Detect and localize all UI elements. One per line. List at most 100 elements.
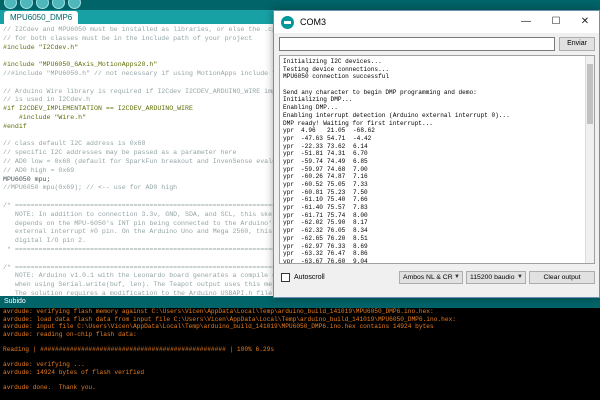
- pitch-value: 76.20: [327, 234, 346, 242]
- pitch-value: 76.60: [327, 257, 346, 264]
- ypr-label: ypr: [283, 134, 294, 142]
- verify-icon[interactable]: [4, 0, 17, 9]
- clear-output-button[interactable]: Clear output: [529, 271, 595, 284]
- roll-value: 7.00: [353, 165, 368, 173]
- code-line: NOTE: Arduino v1.0.1 with the Leonardo b…: [3, 272, 292, 280]
- serial-line: Enabling DMP...: [283, 104, 338, 112]
- upload-icon[interactable]: [20, 0, 33, 9]
- ypr-row: ypr -63.32 76.47 8.86: [283, 250, 583, 258]
- console-line: avrdude: verifying ...: [3, 361, 85, 369]
- code-line: #include "MPU6050_6Axis_MotionApps20.h": [3, 61, 158, 69]
- serial-monitor-window: COM3 — ☐ ✕ Enviar Initializing I2C devic…: [273, 10, 600, 298]
- ypr-label: ypr: [283, 211, 294, 219]
- yaw-value: -63.32: [301, 250, 323, 258]
- code-line: * ======================================…: [3, 245, 288, 253]
- pitch-value: 21.05: [327, 127, 346, 135]
- code-line: // I2Cdev and MPU6050 must be installed …: [3, 26, 316, 33]
- window-title: COM3: [300, 17, 327, 27]
- roll-value: 8.51: [353, 234, 368, 242]
- serial-line: DMP ready! Waiting for first interrupt..…: [283, 119, 433, 127]
- ypr-row: ypr -63.67 76.60 9.04: [283, 257, 583, 264]
- close-icon[interactable]: ✕: [570, 11, 600, 33]
- roll-value: -4.42: [353, 134, 372, 142]
- code-line: #include "I2Cdev.h": [3, 43, 79, 51]
- pitch-value: 74.31: [327, 150, 346, 158]
- console-line: avrdude: verifying flash memory against …: [3, 308, 434, 315]
- console-line: avrdude: load data flash data from input…: [3, 315, 456, 323]
- pitch-value: 73.62: [327, 142, 346, 150]
- code-line: MPU6050 mpu;: [3, 175, 51, 183]
- tab-sketch[interactable]: MPU6050_DMP6: [4, 11, 79, 24]
- new-icon[interactable]: [36, 0, 49, 9]
- code-line: depends on the MPU-6050's INT pin being …: [3, 219, 277, 227]
- yaw-value: -60.81: [301, 188, 323, 196]
- code-line: /* =====================================…: [3, 263, 277, 271]
- roll-value: 9.04: [353, 257, 368, 264]
- code-line: // for both classes must be in the inclu…: [3, 34, 253, 42]
- yaw-value: -60.26: [301, 173, 323, 181]
- baud-rate-select[interactable]: 115200 baudio ▼: [466, 271, 526, 284]
- console-output: avrdude: verifying flash memory against …: [0, 308, 600, 400]
- ypr-row: ypr -61.40 75.57 7.83: [283, 204, 583, 212]
- send-button[interactable]: Enviar: [559, 37, 595, 51]
- pitch-value: 54.71: [327, 134, 346, 142]
- serial-output-text: Initializing I2C devices... Testing devic…: [283, 58, 583, 264]
- ypr-label: ypr: [283, 242, 294, 250]
- minimize-icon[interactable]: —: [511, 11, 541, 33]
- ypr-label: ypr: [283, 150, 294, 158]
- maximize-icon[interactable]: ☐: [541, 11, 571, 33]
- ypr-row: ypr -59.74 74.49 6.85: [283, 158, 583, 166]
- roll-value: 8.17: [353, 219, 368, 227]
- roll-value: 6.14: [353, 142, 368, 150]
- code-line: when using Serial.write(buf, len). The T…: [3, 281, 292, 289]
- ypr-row: ypr -59.97 74.68 7.00: [283, 166, 583, 174]
- serial-input[interactable]: [279, 37, 555, 51]
- scrollbar-thumb[interactable]: [587, 64, 593, 124]
- yaw-value: -62.65: [301, 234, 323, 242]
- code-line: NOTE: In addition to connection 3.3v, GN…: [3, 210, 284, 218]
- save-icon[interactable]: [68, 0, 81, 9]
- pitch-value: 74.68: [327, 165, 346, 173]
- line-ending-select[interactable]: Ambos NL & CR ▼: [399, 271, 463, 284]
- console-line: avrdude: 14924 bytes of flash verified: [3, 368, 145, 376]
- ypr-row: ypr -51.81 74.31 6.70: [283, 150, 583, 158]
- ypr-row: ypr -61.71 75.74 8.00: [283, 212, 583, 220]
- pitch-value: 74.49: [327, 157, 346, 165]
- ypr-label: ypr: [283, 250, 294, 258]
- ypr-row: ypr -22.33 73.62 6.14: [283, 143, 583, 151]
- ypr-label: ypr: [283, 219, 294, 227]
- yaw-value: -61.10: [301, 196, 323, 204]
- pitch-value: 76.47: [327, 250, 346, 258]
- roll-value: 7.33: [353, 181, 368, 188]
- serial-line: [283, 81, 583, 89]
- pitch-value: 76.05: [327, 227, 346, 235]
- yaw-value: -62.02: [301, 219, 323, 227]
- serial-line: Enabling interrupt detection (Arduino ex…: [283, 111, 510, 119]
- roll-value: 7.16: [353, 173, 368, 181]
- ypr-label: ypr: [283, 188, 294, 196]
- open-icon[interactable]: [52, 0, 65, 9]
- autoscroll-label: Autoscroll: [294, 274, 325, 281]
- yaw-value: -60.52: [301, 181, 323, 188]
- ypr-label: ypr: [283, 142, 294, 150]
- roll-value: 7.66: [353, 196, 368, 204]
- ypr-label: ypr: [283, 196, 294, 204]
- pitch-value: 76.33: [327, 242, 346, 250]
- output-scrollbar[interactable]: [585, 56, 594, 263]
- yaw-value: 4.96: [301, 127, 316, 135]
- serial-line: Send any character to begin DMP programm…: [283, 88, 477, 96]
- pitch-value: 75.74: [327, 211, 346, 219]
- autoscroll-checkbox[interactable]: [281, 273, 290, 282]
- yaw-value: -59.74: [301, 157, 323, 165]
- roll-value: 6.70: [353, 150, 368, 158]
- roll-value: 8.69: [353, 242, 368, 250]
- ypr-label: ypr: [283, 257, 294, 264]
- ypr-row: ypr -62.02 75.90 8.17: [283, 219, 583, 227]
- code-line: // is used in I2Cdev.h: [3, 96, 91, 104]
